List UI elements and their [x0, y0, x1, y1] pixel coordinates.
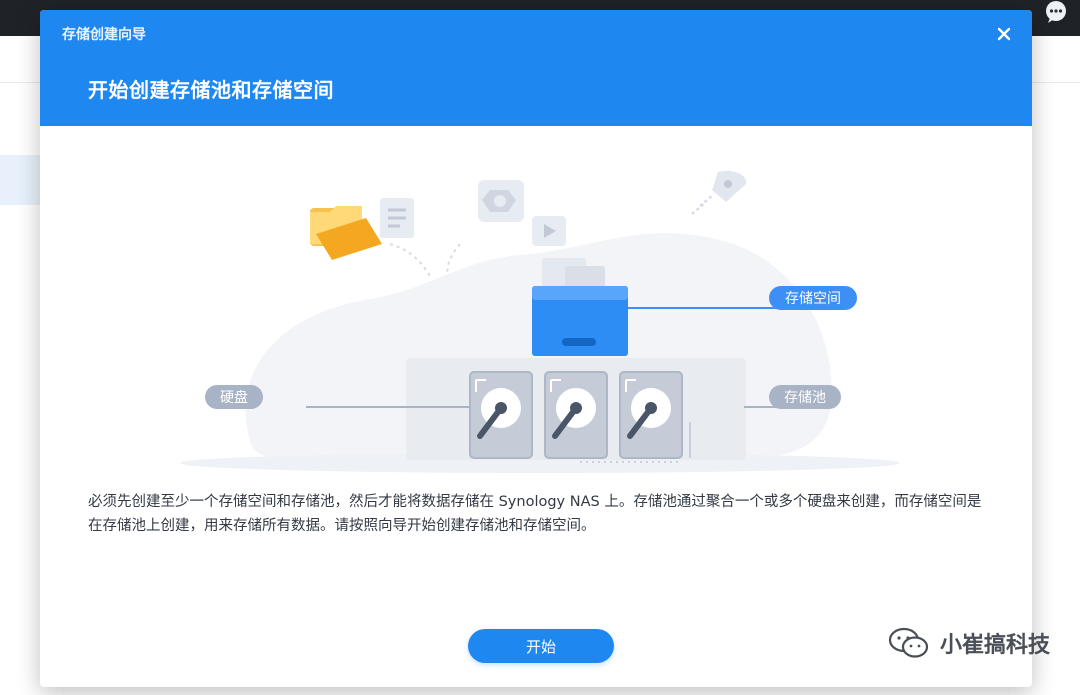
rocket-icon [691, 170, 747, 215]
label-storage-pool: 存储池 [769, 385, 841, 409]
storage-wizard-dialog: 存储创建向导 开始创建存储池和存储空间 存储空间 存储池 硬盘 必须先创建至少一… [40, 10, 1032, 687]
background-selected-item [0, 155, 40, 205]
wizard-description: 必须先创建至少一个存储空间和存储池，然后才能将数据存储在 Synology NA… [88, 494, 982, 534]
dialog-window-title: 存储创建向导 [62, 27, 146, 43]
hard-disk-icon [544, 371, 608, 459]
close-icon [997, 27, 1011, 41]
chat-icon[interactable] [1042, 0, 1070, 24]
close-button[interactable] [992, 22, 1016, 46]
label-storage-space: 存储空间 [769, 286, 857, 310]
dialog-header: 存储创建向导 开始创建存储池和存储空间 [40, 10, 1032, 126]
dialog-heading: 开始创建存储池和存储空间 [88, 78, 334, 102]
app-icon [478, 180, 524, 222]
start-button[interactable]: 开始 [468, 629, 614, 663]
storage-illustration [180, 170, 900, 473]
storage-space-box [532, 286, 628, 356]
wechat-icon [888, 627, 929, 658]
hard-disk-icon [469, 371, 533, 459]
watermark-text: 小崔搞科技 [939, 633, 1050, 658]
hard-disk-icon [619, 371, 683, 459]
folder-icon [310, 206, 382, 260]
video-icon [532, 216, 566, 246]
label-hard-disk: 硬盘 [205, 385, 263, 409]
watermark: 小崔搞科技 [888, 626, 1050, 660]
document-icon [380, 198, 414, 238]
